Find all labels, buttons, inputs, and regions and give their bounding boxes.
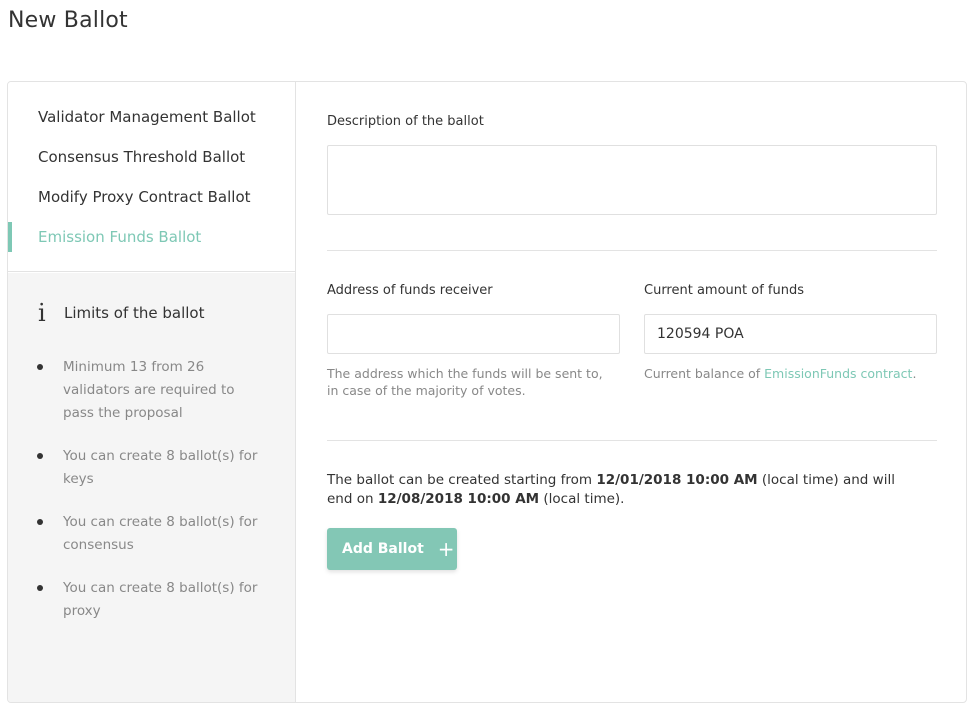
divider <box>327 440 937 441</box>
receiver-help-text: The address which the funds will be sent… <box>327 366 603 398</box>
current-funds-field[interactable] <box>644 314 937 354</box>
limit-item: You can create 8 ballot(s) for consensus <box>63 514 258 553</box>
divider <box>327 250 937 251</box>
receiver-label: Address of funds receiver <box>327 283 493 298</box>
limit-item: Minimum 13 from 26 validators are requir… <box>63 359 235 421</box>
bullet-icon <box>37 453 43 459</box>
schedule-prefix: The ballot can be created starting from <box>327 472 597 488</box>
limit-item: You can create 8 ballot(s) for proxy <box>63 580 258 619</box>
bullet-icon <box>37 364 43 370</box>
funds-help-text: Current balance of EmissionFunds contrac… <box>644 365 934 382</box>
description-label: Description of the ballot <box>327 114 484 129</box>
description-field[interactable] <box>327 145 937 215</box>
limits-header: i Limits of the ballot <box>38 301 205 325</box>
sidebar: Validator Management Ballot Consensus Th… <box>8 82 296 702</box>
emission-funds-contract-link[interactable]: EmissionFunds contract <box>764 366 912 381</box>
info-icon: i <box>38 299 46 327</box>
add-ballot-button[interactable]: Add Ballot + <box>327 528 457 570</box>
sidebar-item-consensus-threshold[interactable]: Consensus Threshold Ballot <box>8 142 295 172</box>
sidebar-item-validator-management[interactable]: Validator Management Ballot <box>8 102 295 132</box>
limit-item: You can create 8 ballot(s) for keys <box>63 448 258 487</box>
ballot-schedule-text: The ballot can be created starting from … <box>327 471 917 509</box>
add-ballot-label: Add Ballot <box>342 541 424 557</box>
page-title: New Ballot <box>8 8 128 33</box>
sidebar-item-emission-funds[interactable]: Emission Funds Ballot <box>8 222 295 252</box>
bullet-icon <box>37 519 43 525</box>
funds-help-prefix: Current balance of <box>644 366 765 381</box>
funds-label: Current amount of funds <box>644 283 804 298</box>
ballot-form: Description of the ballot Address of fun… <box>297 82 966 702</box>
schedule-end-date: 12/08/2018 10:00 AM <box>377 491 540 507</box>
sidebar-item-modify-proxy-contract[interactable]: Modify Proxy Contract Ballot <box>8 182 295 212</box>
ballot-card: Validator Management Ballot Consensus Th… <box>7 81 967 703</box>
limits-title: Limits of the ballot <box>64 304 205 322</box>
limits-panel: i Limits of the ballot Minimum 13 from 2… <box>8 273 295 702</box>
funds-help-suffix: . <box>912 366 917 381</box>
schedule-suffix: (local time). <box>539 491 625 507</box>
bullet-icon <box>37 585 43 591</box>
schedule-start-date: 12/01/2018 10:00 AM <box>596 472 758 488</box>
ballot-type-nav: Validator Management Ballot Consensus Th… <box>8 82 295 272</box>
receiver-address-input[interactable] <box>327 314 620 354</box>
plus-icon: + <box>437 537 455 561</box>
